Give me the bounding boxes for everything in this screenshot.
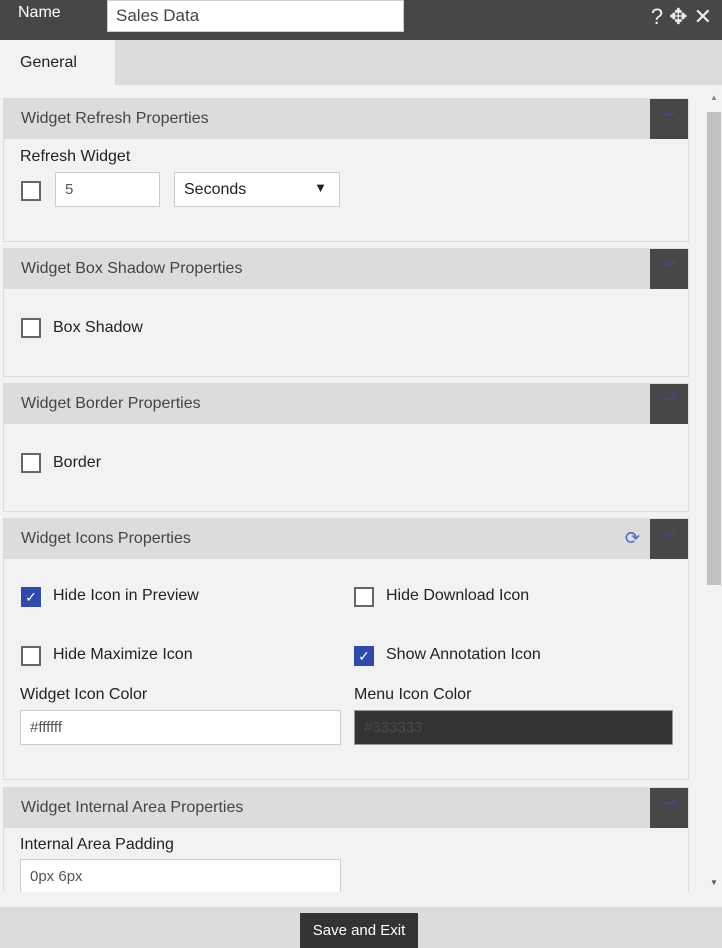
box-shadow-section: Widget Box Shadow Properties ﹀ Box Shadow <box>3 248 689 377</box>
section-header[interactable]: Widget Icons Properties ⟳ ﹀ <box>4 519 688 559</box>
unit-value: Seconds <box>184 181 247 198</box>
hide-maximize-label: Hide Maximize Icon <box>53 646 193 663</box>
section-header[interactable]: Widget Internal Area Properties ﹀ <box>4 788 688 828</box>
chevron-down-icon[interactable]: ﹀ <box>650 788 688 828</box>
show-annotation-checkbox[interactable]: ✓ <box>354 646 374 666</box>
widget-icon-color-label: Widget Icon Color <box>20 686 148 703</box>
padding-label: Internal Area Padding <box>20 836 174 853</box>
hide-maximize-checkbox[interactable] <box>21 646 41 666</box>
section-header[interactable]: Widget Box Shadow Properties ﹀ <box>4 249 688 289</box>
border-checkbox[interactable] <box>21 453 41 473</box>
help-icon[interactable]: ? <box>651 4 663 30</box>
refresh-unit-select[interactable]: Seconds ▼ <box>174 172 340 207</box>
padding-input[interactable]: 0px 6px <box>20 859 341 892</box>
dropdown-arrow-icon: ▼ <box>314 180 327 195</box>
section-header[interactable]: Widget Refresh Properties ﹀ <box>4 99 688 139</box>
title-icons: ? ✥ ✕ <box>651 4 712 30</box>
tab-general[interactable]: General <box>0 40 115 85</box>
chevron-down-icon[interactable]: ﹀ <box>650 519 688 559</box>
move-icon[interactable]: ✥ <box>669 4 687 30</box>
border-section: Widget Border Properties ﹀ Border <box>3 383 689 512</box>
box-shadow-checkbox[interactable] <box>21 318 41 338</box>
menu-icon-color-label: Menu Icon Color <box>354 686 472 703</box>
section-title: Widget Icons Properties <box>21 530 191 547</box>
internal-area-section: Widget Internal Area Properties ﹀ Interna… <box>3 787 689 892</box>
save-and-exit-button[interactable]: Save and Exit <box>300 913 418 948</box>
chevron-down-icon[interactable]: ﹀ <box>650 249 688 289</box>
reset-icon[interactable]: ⟳ <box>625 528 640 549</box>
name-label: Name <box>18 4 61 21</box>
scroll-down-icon[interactable]: ▼ <box>706 878 722 887</box>
box-shadow-label: Box Shadow <box>53 319 143 336</box>
chevron-down-icon[interactable]: ﹀ <box>650 384 688 424</box>
refresh-section: Widget Refresh Properties ﹀ Refresh Widge… <box>3 98 689 242</box>
refresh-checkbox[interactable] <box>21 181 41 201</box>
section-title: Widget Border Properties <box>21 395 201 412</box>
hide-preview-label: Hide Icon in Preview <box>53 587 199 604</box>
section-header[interactable]: Widget Border Properties ﹀ <box>4 384 688 424</box>
menu-icon-color-input[interactable]: #333333 <box>354 710 673 745</box>
border-label: Border <box>53 454 102 471</box>
close-icon[interactable]: ✕ <box>694 4 712 30</box>
chevron-down-icon[interactable]: ﹀ <box>650 99 688 139</box>
hide-preview-checkbox[interactable]: ✓ <box>21 587 41 607</box>
show-annotation-label: Show Annotation Icon <box>386 646 541 663</box>
refresh-widget-label: Refresh Widget <box>20 148 131 165</box>
section-title: Widget Refresh Properties <box>21 110 209 127</box>
scroll-up-icon[interactable]: ▲ <box>706 93 722 102</box>
icons-section: Widget Icons Properties ⟳ ﹀ ✓ Hide Icon in… <box>3 518 689 780</box>
properties-panel: Widget Refresh Properties ﹀ Refresh Widge… <box>0 85 706 892</box>
section-title: Widget Internal Area Properties <box>21 799 244 816</box>
section-title: Widget Box Shadow Properties <box>21 260 243 277</box>
widget-icon-color-input[interactable]: #ffffff <box>20 710 341 745</box>
name-input[interactable] <box>107 0 404 32</box>
hide-download-checkbox[interactable] <box>354 587 374 607</box>
hide-download-label: Hide Download Icon <box>386 587 530 604</box>
scrollbar-thumb[interactable] <box>707 112 721 585</box>
refresh-interval-input[interactable]: 5 <box>55 172 160 207</box>
